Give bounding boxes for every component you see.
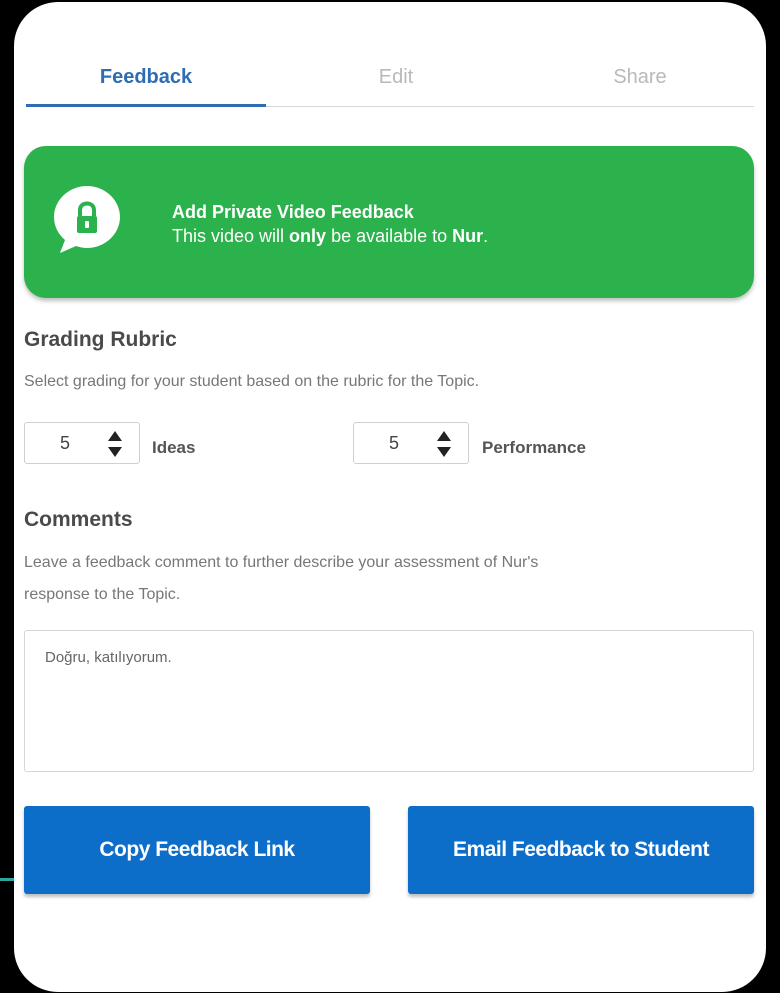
comments-description-line1: Leave a feedback comment to further desc…: [24, 554, 539, 571]
tab-edit[interactable]: Edit: [276, 66, 516, 89]
tab-bar: Feedback Edit Share: [26, 54, 754, 110]
rubric-heading: Grading Rubric: [24, 328, 177, 351]
comments-description-line2: response to the Topic.: [24, 586, 181, 603]
rubric-description: Select grading for your student based on…: [24, 373, 480, 390]
tab-feedback[interactable]: Feedback: [26, 66, 266, 89]
private-video-feedback-banner[interactable]: Add Private Video Feedback This video wi…: [24, 146, 754, 298]
ideas-label: Ideas: [152, 438, 196, 457]
email-feedback-button[interactable]: Email Feedback to Student: [408, 806, 754, 894]
up-down-arrows-icon[interactable]: [436, 429, 452, 459]
feedback-panel: Feedback Edit Share Add Private Video Fe…: [14, 2, 766, 992]
comments-heading: Comments: [24, 508, 133, 531]
performance-score-stepper[interactable]: 5: [353, 422, 469, 464]
active-tab-indicator: [26, 104, 266, 107]
student-name: Nur: [452, 226, 484, 246]
banner-title: Add Private Video Feedback: [172, 202, 414, 222]
tab-share[interactable]: Share: [526, 66, 754, 89]
lock-icon: [54, 186, 120, 253]
performance-score-value: 5: [388, 433, 399, 453]
performance-label: Performance: [482, 438, 586, 457]
ideas-score-value: 5: [59, 433, 70, 453]
ideas-score-stepper[interactable]: 5: [24, 422, 140, 464]
banner-subtitle: This video will only be available to Nur…: [172, 226, 489, 246]
up-down-arrows-icon[interactable]: [107, 429, 123, 459]
copy-feedback-link-button[interactable]: Copy Feedback Link: [24, 806, 370, 894]
comment-textarea[interactable]: Doğru, katılıyorum.: [24, 630, 754, 772]
